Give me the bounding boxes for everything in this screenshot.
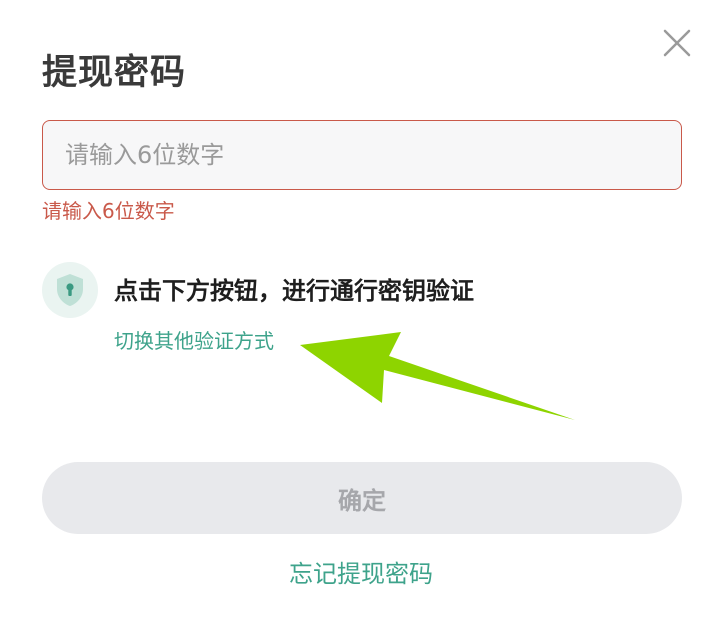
annotation-arrow-icon [300,332,575,420]
switch-verification-link[interactable]: 切换其他验证方式 [114,326,274,356]
passkey-badge [42,262,98,318]
close-icon [663,29,691,57]
withdrawal-password-dialog: 提现密码 请输入6位数字 点击下方按钮，进行通行密钥验证 切换其他验证方式 确定… [0,0,722,626]
password-input[interactable] [42,120,682,190]
shield-lock-icon [57,274,83,306]
close-button[interactable] [660,26,694,60]
dialog-title: 提现密码 [42,53,187,93]
passkey-instruction: 点击下方按钮，进行通行密钥验证 [114,277,474,305]
error-message: 请输入6位数字 [42,199,175,223]
confirm-button[interactable]: 确定 [42,462,682,534]
forgot-password-link[interactable]: 忘记提现密码 [0,556,722,592]
